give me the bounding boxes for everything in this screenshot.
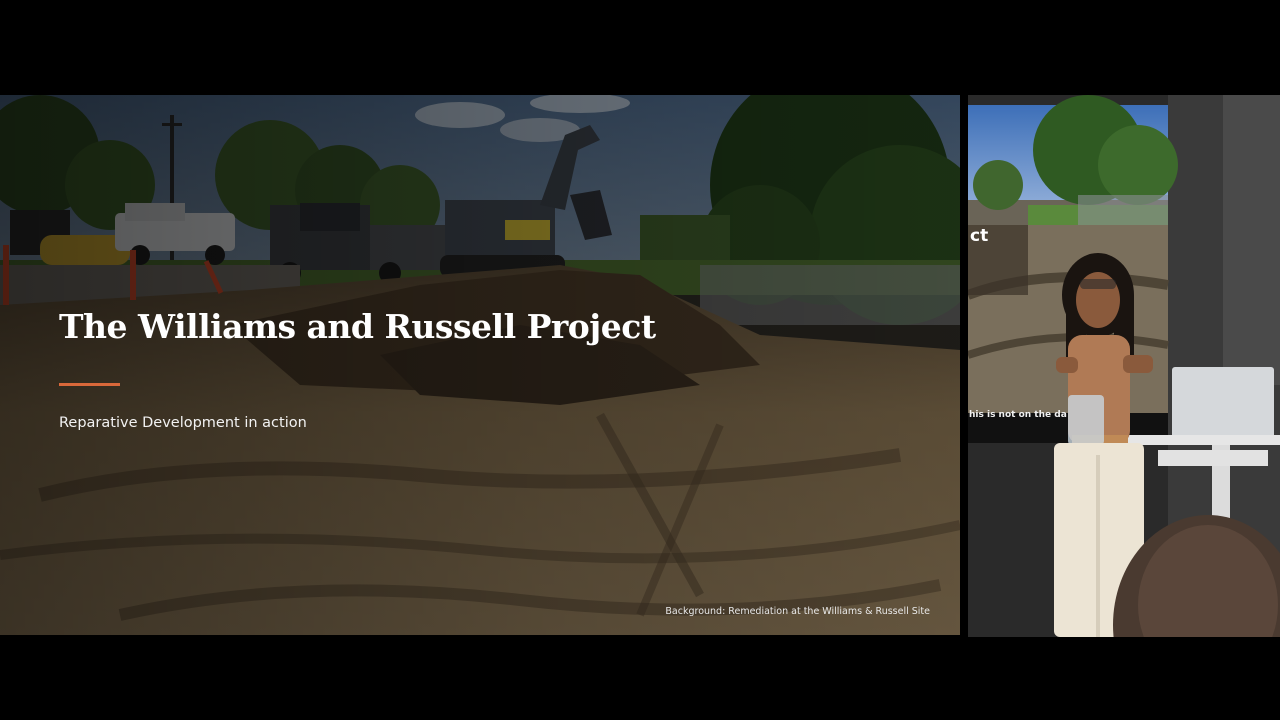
background-caption: Background: Remediation at the Williams …: [665, 606, 930, 617]
title-accent-rule: [59, 383, 120, 386]
projected-caption-fragment: his is not on the da: [969, 410, 1067, 420]
projected-title-fragment: ct: [970, 226, 989, 246]
speaker-scene: [968, 95, 1280, 637]
speaker-camera-view: ct his is not on the da: [968, 95, 1280, 637]
slide-title: The Williams and Russell Project: [59, 307, 656, 346]
video-frame: The Williams and Russell Project Reparat…: [0, 0, 1280, 720]
slide-subtitle: Reparative Development in action: [59, 415, 307, 431]
presentation-slide: The Williams and Russell Project Reparat…: [0, 95, 960, 635]
slide-darkening-overlay: [0, 95, 960, 635]
